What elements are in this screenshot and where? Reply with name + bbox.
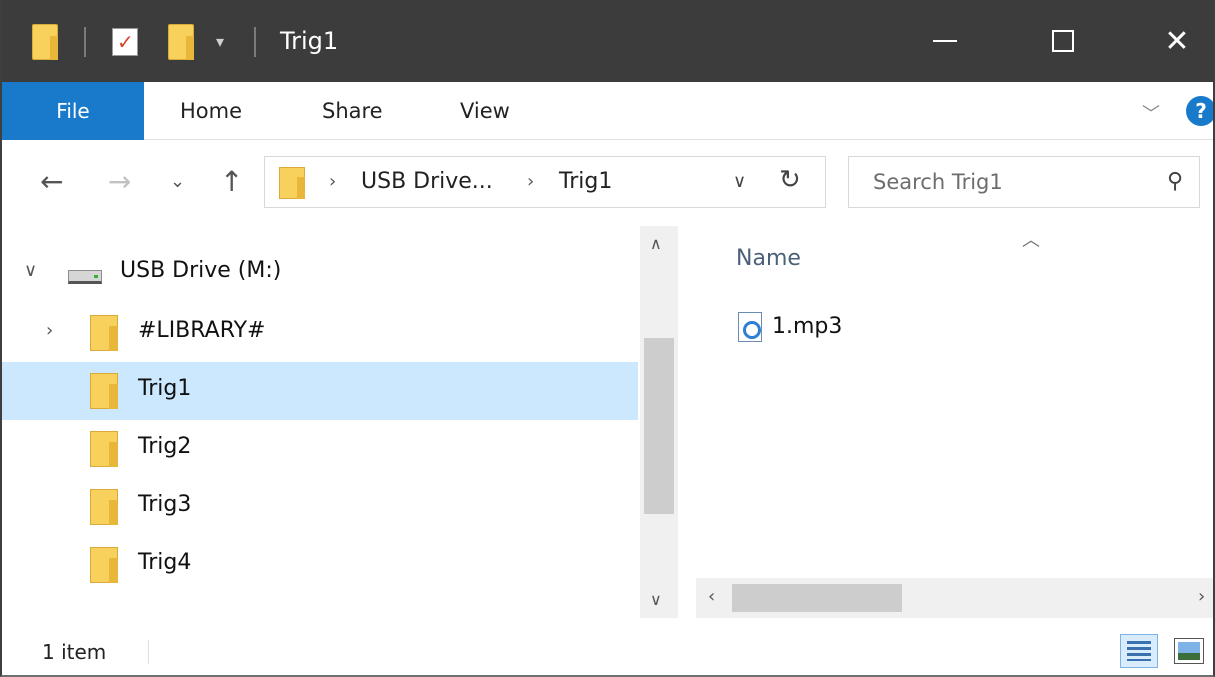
new-folder-icon[interactable] (168, 24, 194, 60)
address-bar[interactable]: › USB Drive... › Trig1 ∨ ↻ (264, 156, 826, 208)
tree-item-label: USB Drive (M:) (120, 258, 282, 283)
column-header-name[interactable]: Name (736, 246, 801, 271)
folder-icon (32, 24, 58, 60)
tab-share[interactable]: Share (322, 82, 383, 140)
tab-home[interactable]: Home (180, 82, 242, 140)
tree-item-label: Trig3 (138, 492, 192, 517)
minimize-button[interactable] (890, 0, 1000, 82)
back-arrow-icon[interactable]: ← (40, 162, 63, 202)
maximize-icon (1052, 30, 1074, 52)
maximize-button[interactable] (1008, 0, 1118, 82)
file-list: ︿ Name 1.mp3 (688, 226, 1213, 618)
tree-item-label: #LIBRARY# (138, 318, 266, 343)
scrollbar-thumb[interactable] (732, 584, 902, 612)
folder-icon (90, 373, 118, 409)
up-arrow-icon[interactable]: ↑ (220, 162, 243, 202)
usb-drive-icon (68, 270, 102, 284)
tree-item-label: Trig4 (138, 550, 192, 575)
tree-item-trig4[interactable]: Trig4 (2, 536, 638, 594)
search-placeholder: Search Trig1 (873, 170, 1003, 194)
sort-ascending-icon: ︿ (1022, 230, 1040, 251)
file-list-horizontal-scrollbar[interactable]: ‹ › (696, 578, 1213, 618)
quick-access-separator (254, 27, 256, 57)
address-dropdown-icon[interactable]: ∨ (733, 171, 746, 192)
scroll-up-icon[interactable]: ∧ (650, 234, 662, 253)
folder-icon (90, 315, 118, 351)
tab-file[interactable]: File (2, 82, 144, 140)
breadcrumb-usb-drive[interactable]: USB Drive... (361, 169, 493, 194)
status-separator (148, 640, 149, 664)
tree-item-label: Trig2 (138, 434, 192, 459)
minimize-icon (933, 40, 957, 42)
navigation-pane-scrollbar[interactable]: ∧ ∨ (640, 226, 678, 618)
window-title: Trig1 (280, 27, 339, 55)
scroll-right-icon[interactable]: › (1198, 586, 1205, 607)
tree-item-library[interactable]: › #LIBRARY# (2, 304, 638, 362)
properties-icon[interactable] (112, 28, 138, 56)
scroll-down-icon[interactable]: ∨ (650, 590, 662, 609)
recent-locations-chevron-icon[interactable]: ⌄ (170, 162, 185, 202)
file-name: 1.mp3 (772, 314, 843, 339)
item-count: 1 item (42, 640, 107, 664)
tab-view[interactable]: View (460, 82, 510, 140)
folder-icon (90, 489, 118, 525)
scrollbar-thumb[interactable] (644, 338, 674, 514)
details-view-icon[interactable] (1120, 634, 1158, 668)
forward-arrow-icon[interactable]: → (108, 162, 131, 202)
tree-item-trig1[interactable]: Trig1 (2, 362, 638, 420)
list-item[interactable]: 1.mp3 (732, 308, 1032, 348)
help-icon[interactable]: ? (1186, 96, 1213, 126)
refresh-icon[interactable]: ↻ (779, 165, 801, 195)
status-bar: 1 item (2, 626, 1213, 675)
close-button[interactable]: ✕ (1122, 0, 1213, 82)
tree-item-usb-drive[interactable]: ∨ USB Drive (M:) (2, 244, 638, 302)
large-icons-view-icon[interactable] (1174, 638, 1204, 664)
search-icon[interactable]: ⚲ (1167, 169, 1183, 194)
expand-ribbon-chevron-icon[interactable]: ﹀ (1142, 100, 1160, 126)
quick-access-separator (84, 27, 86, 57)
scroll-left-icon[interactable]: ‹ (708, 586, 715, 607)
collapsed-chevron-icon[interactable]: › (46, 320, 53, 341)
search-input[interactable]: Search Trig1 ⚲ (848, 156, 1200, 208)
close-icon: ✕ (1164, 23, 1190, 59)
folder-icon (90, 547, 118, 583)
mp3-file-icon (738, 312, 762, 342)
folder-icon (90, 431, 118, 467)
navigation-pane: ∨ USB Drive (M:) › #LIBRARY# Trig1 Trig2… (2, 226, 638, 618)
file-explorer-window: ▾ Trig1 ✕ File Home Share View ﹀ ? ← → ⌄… (0, 0, 1215, 677)
tree-item-trig2[interactable]: Trig2 (2, 420, 638, 478)
quick-access-dropdown-icon[interactable]: ▾ (216, 32, 224, 52)
tree-item-label: Trig1 (138, 376, 192, 401)
breadcrumb-chevron-icon[interactable]: › (329, 171, 336, 192)
breadcrumb-chevron-icon[interactable]: › (527, 171, 534, 192)
navigation-bar: ← → ⌄ ↑ › USB Drive... › Trig1 ∨ ↻ Searc… (2, 140, 1213, 226)
ribbon-tabs: File Home Share View ﹀ ? (2, 82, 1213, 140)
tree-item-trig3[interactable]: Trig3 (2, 478, 638, 536)
expanded-chevron-icon[interactable]: ∨ (24, 260, 37, 281)
folder-icon (279, 167, 305, 199)
breadcrumb-trig1[interactable]: Trig1 (559, 169, 612, 194)
title-bar: ▾ Trig1 ✕ (2, 0, 1213, 82)
